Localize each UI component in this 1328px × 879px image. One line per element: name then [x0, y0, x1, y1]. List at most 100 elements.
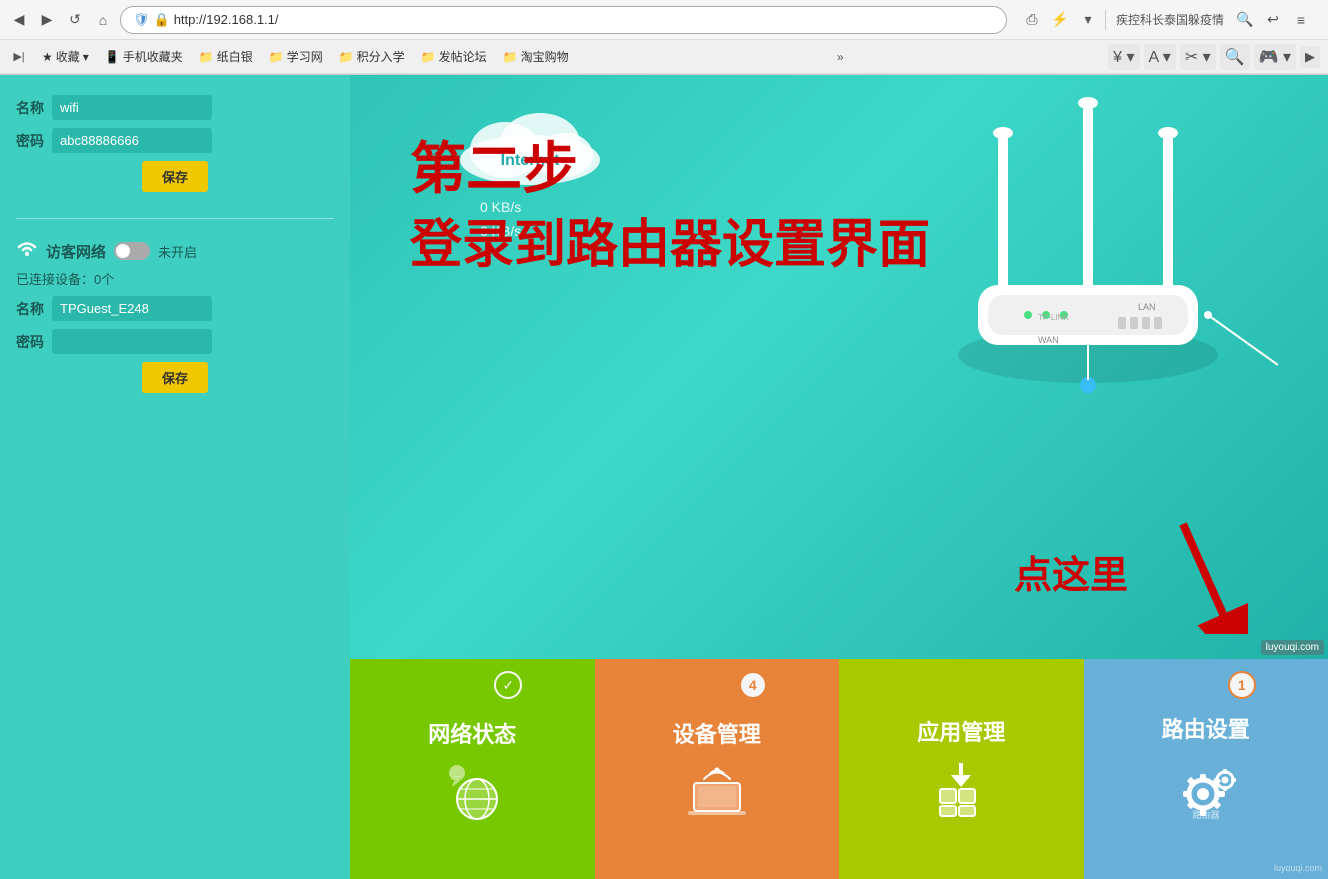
folder-icon: 📁 [421, 50, 436, 64]
router-area: Internet 0 KB/s 0 KB/s 第二步 登录到路由器设置界面 点这… [350, 75, 1328, 659]
luyouqi-bottom: luyouqi.com [1274, 863, 1322, 873]
bookmarks-bar: ▶| ★ 收藏 ▾ 📱 手机收藏夹 📁 纸白银 📁 学习网 📁 积分入学 📁 发… [0, 40, 1328, 74]
tile-network-status[interactable]: ✓ 网络状态 ... [350, 659, 595, 879]
router-illustration: LAN WAN [898, 85, 1278, 445]
share-icon[interactable]: ⎙ [1021, 9, 1043, 31]
wifi-symbol-svg [16, 239, 38, 257]
tile-number-badge: 4 [739, 671, 767, 699]
bookmark-taobao[interactable]: 📁 淘宝购物 [499, 46, 573, 67]
tile-device-management[interactable]: 4 设备管理 [595, 659, 840, 879]
yen-icon[interactable]: ¥ ▾ [1108, 44, 1139, 70]
translate-icon[interactable]: A ▾ [1144, 44, 1176, 70]
bookmark-label: 淘宝购物 [521, 48, 569, 65]
laptop-wifi-icon [682, 761, 752, 821]
bookmark-label: 学习网 [287, 48, 323, 65]
wifi-name-label: 名称 [16, 98, 44, 118]
main-area: Internet 0 KB/s 0 KB/s 第二步 登录到路由器设置界面 点这… [350, 75, 1328, 879]
divider [16, 218, 334, 219]
wifi-password-label: 密码 [16, 131, 44, 151]
bookmark-mobile[interactable]: 📱 手机收藏夹 [101, 46, 187, 67]
guest-name-label: 名称 [16, 299, 44, 319]
search-text: 疾控科长泰国躲疫情 [1112, 11, 1228, 28]
guest-password-input[interactable] [52, 329, 212, 354]
svg-text:路由器: 路由器 [1192, 809, 1219, 820]
home-button[interactable]: ⌂ [92, 9, 114, 31]
wifi-name-input[interactable] [52, 95, 212, 120]
guest-toggle[interactable] [114, 242, 150, 260]
guest-password-row: 密码 [16, 329, 334, 354]
svg-text:TP-LINK: TP-LINK [1038, 313, 1069, 322]
bookmark-favorites[interactable]: ★ 收藏 ▾ [38, 46, 93, 67]
search-icon[interactable]: 🔍 [1234, 9, 1256, 31]
arrow-svg [1168, 514, 1248, 634]
app-icon-svg [926, 759, 996, 819]
globe-icon: ... [442, 761, 502, 821]
tile-label-router: 路由设置 [1162, 712, 1250, 744]
guest-name-input[interactable] [52, 296, 212, 321]
wifi-save-button[interactable]: 保存 [142, 161, 208, 192]
tile-label-device: 设备管理 [673, 717, 761, 749]
menu-icon[interactable]: ≡ [1290, 9, 1312, 31]
guest-name-row: 名称 [16, 296, 334, 321]
wifi-section: 名称 密码 保存 [16, 95, 334, 198]
lightning-icon[interactable]: ⚡ [1049, 9, 1071, 31]
step-overlay: 第二步 登录到路由器设置界面 [410, 135, 930, 280]
connected-info: 已连接设备：0个 [16, 269, 334, 288]
bookmark-forum[interactable]: 📁 发帖论坛 [417, 46, 491, 67]
dropdown-icon[interactable]: ▾ [1077, 9, 1099, 31]
game-icon[interactable]: 🎮 ▾ [1254, 44, 1296, 70]
reload-button[interactable]: ↺ [64, 9, 86, 31]
folder-icon: 📁 [503, 50, 518, 64]
guest-save-button[interactable]: 保存 [142, 362, 208, 393]
guest-status: 未开启 [158, 242, 197, 261]
bookmark-label: 手机收藏夹 [123, 48, 183, 65]
browser-toolbar: ◀ ▶ ↺ ⌂ 🛡 🔒 http://192.168.1.1/ ⎙ ⚡ ▾ 疾控… [0, 0, 1328, 40]
guest-section: 访客网络 未开启 已连接设备：0个 名称 密码 保存 [16, 239, 334, 399]
chevron-icon: ▾ [83, 50, 89, 64]
lock-icon: 🔒 [154, 12, 170, 28]
laptop-svg [682, 761, 752, 816]
globe-svg: ... [442, 761, 502, 821]
shield-icon: 🛡 [133, 12, 150, 28]
back-button[interactable]: ◀ [8, 9, 30, 31]
separator [1105, 10, 1106, 30]
bottom-tiles: ✓ 网络状态 ... [350, 659, 1328, 879]
bookmark-label: 纸白银 [217, 48, 253, 65]
step-subtitle: 登录到路由器设置界面 [410, 212, 930, 280]
sidebar: 名称 密码 保存 [0, 75, 350, 879]
bookmark-label: 收藏 [56, 48, 80, 65]
forward-button[interactable]: ▶ [36, 9, 58, 31]
svg-text:...: ... [454, 770, 461, 779]
svg-text:WAN: WAN [1038, 335, 1059, 345]
undo-icon[interactable]: ↩ [1262, 9, 1284, 31]
guest-password-label: 密码 [16, 332, 44, 352]
bookmarks-more[interactable]: » [837, 50, 844, 64]
tile-app-management[interactable]: 应用管理 [839, 659, 1084, 879]
tile-label-app: 应用管理 [917, 715, 1005, 747]
address-bar[interactable]: 🛡 🔒 http://192.168.1.1/ [120, 6, 1007, 34]
wifi-password-input[interactable] [52, 128, 212, 153]
wifi-password-row: 密码 [16, 128, 334, 153]
browser-chrome: ◀ ▶ ↺ ⌂ 🛡 🔒 http://192.168.1.1/ ⎙ ⚡ ▾ 疾控… [0, 0, 1328, 75]
settings-icon: 路由器 [1171, 756, 1241, 826]
bookmark-study[interactable]: 📁 学习网 [265, 46, 327, 67]
star-icon: ★ [42, 50, 53, 64]
svg-text:LAN: LAN [1138, 302, 1156, 312]
right-toolbar: ⎙ ⚡ ▾ 疾控科长泰国躲疫情 🔍 ↩ ≡ [1013, 9, 1320, 31]
bookmark-silver[interactable]: 📁 纸白银 [195, 46, 257, 67]
tile-router-settings[interactable]: 1 路由设置 [1084, 659, 1328, 879]
sidebar-toggle[interactable]: ▶| [8, 46, 30, 68]
bookmark-label: 发帖论坛 [439, 48, 487, 65]
tile-label-network: 网络状态 [428, 717, 516, 749]
tile-number-badge-1: 1 [1228, 671, 1256, 699]
search2-icon[interactable]: 🔍 [1220, 44, 1250, 70]
extension-icon[interactable]: ▶ [1300, 46, 1320, 68]
tile-check-badge: ✓ [494, 671, 522, 699]
red-arrow [1168, 514, 1248, 639]
bookmark-points[interactable]: 📁 积分入学 [335, 46, 409, 67]
folder-icon: 📁 [199, 50, 214, 64]
click-here-text: 点这里 [1014, 544, 1128, 599]
wifi-name-row: 名称 [16, 95, 334, 120]
luyouqi-watermark: luyouqi.com [1261, 640, 1324, 655]
scissors-icon[interactable]: ✂ ▾ [1180, 44, 1216, 70]
